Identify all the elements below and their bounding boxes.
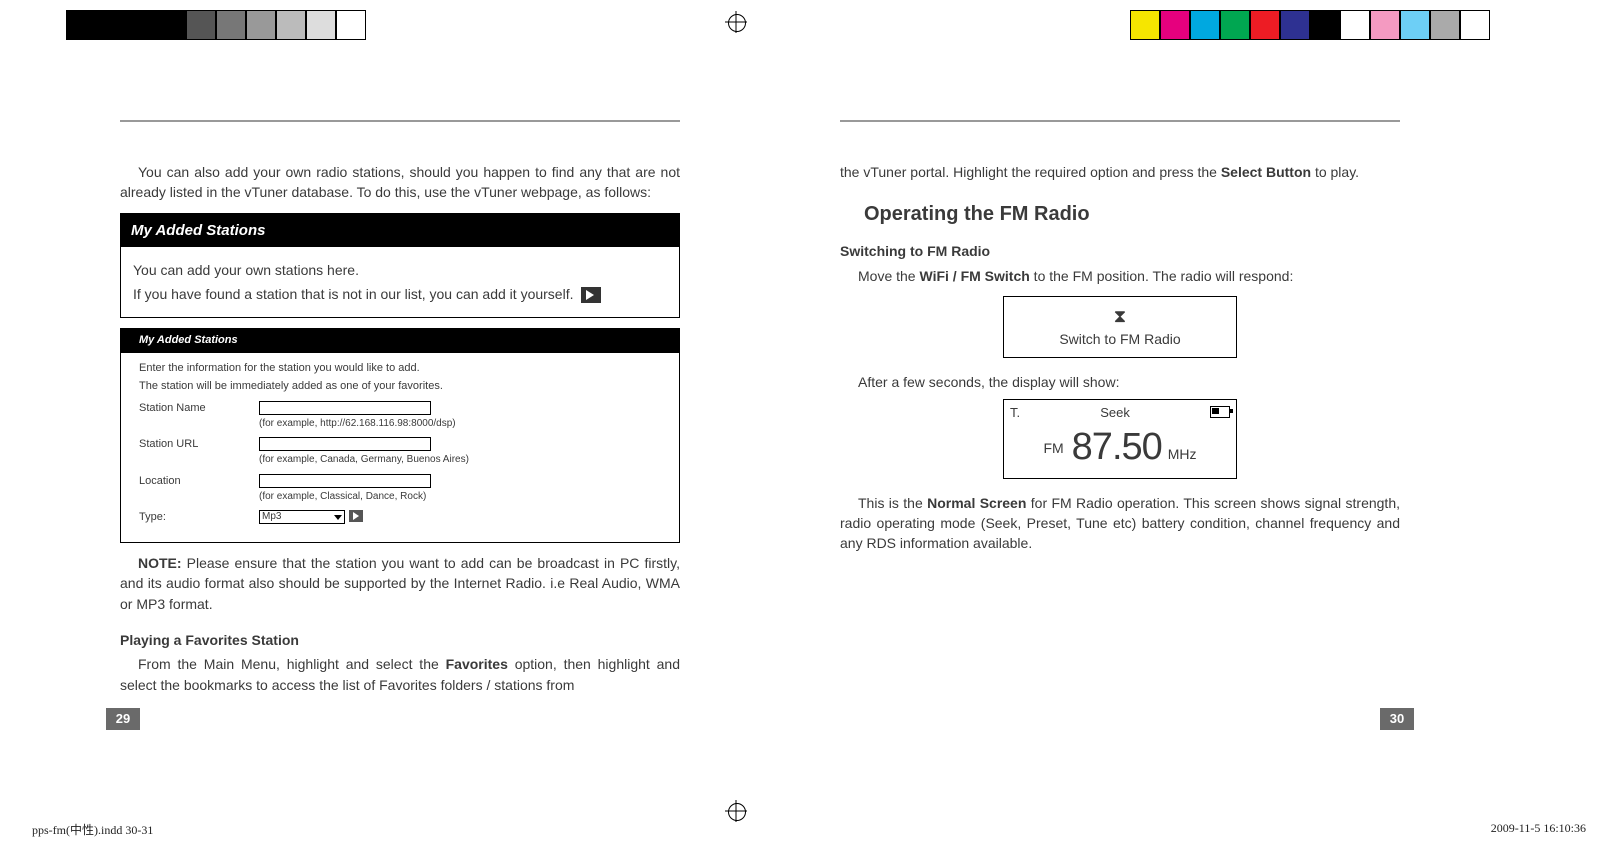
frequency-value: 87.50 <box>1072 420 1162 475</box>
battery-icon <box>1210 406 1230 418</box>
arrow-icon <box>581 287 601 303</box>
go-icon[interactable] <box>349 510 363 522</box>
frequency-unit: MHz <box>1168 444 1197 464</box>
label-location: Location <box>139 474 259 490</box>
subheading: Switching to FM Radio <box>840 241 1400 261</box>
dropdown-icon <box>334 515 342 520</box>
box-title: My Added Stations <box>121 214 679 248</box>
form-title: My Added Stations <box>121 329 679 353</box>
box-line: You can add your own stations here. <box>133 260 667 280</box>
input-station-url[interactable] <box>259 437 431 451</box>
label-station-url: Station URL <box>139 437 259 453</box>
paragraph: This is the Normal Screen for FM Radio o… <box>840 493 1400 554</box>
color-bar <box>1130 10 1490 40</box>
subheading: Playing a Favorites Station <box>120 630 680 650</box>
page-30: the vTuner portal. Highlight the require… <box>840 120 1400 720</box>
footer-timestamp: 2009-11-5 16:10:36 <box>1491 821 1586 838</box>
paragraph: the vTuner portal. Highlight the require… <box>840 162 1400 182</box>
page-29: You can also add your own radio stations… <box>120 120 680 720</box>
density-bar <box>66 10 366 40</box>
input-station-name[interactable] <box>259 401 431 415</box>
page-number: 29 <box>106 708 140 730</box>
registration-mark <box>725 11 747 33</box>
lcd-screen-fm: T. Seek FM 87.50 MHz <box>1003 399 1237 479</box>
footer-filename: pps-fm(中性).indd 30-31 <box>32 821 153 838</box>
paragraph: Move the WiFi / FM Switch to the FM posi… <box>840 266 1400 286</box>
print-footer: pps-fm(中性).indd 30-31 2009-11-5 16:10:36 <box>32 821 1586 838</box>
add-station-form: My Added Stations Enter the information … <box>120 328 680 543</box>
intro-paragraph: You can also add your own radio stations… <box>120 162 680 203</box>
my-added-stations-box: My Added Stations You can add your own s… <box>120 213 680 318</box>
label-type: Type: <box>139 510 259 526</box>
select-type[interactable]: Mp3 <box>259 510 345 524</box>
box-line: If you have found a station that is not … <box>133 284 667 304</box>
lcd-screen-switch: ⧗ Switch to FM Radio <box>1003 296 1237 358</box>
section-title: Operating the FM Radio <box>864 200 1400 229</box>
registration-mark <box>725 800 747 822</box>
page-number: 30 <box>1380 708 1414 730</box>
label-station-name: Station Name <box>139 401 259 417</box>
antenna-indicator: T. <box>1010 404 1020 423</box>
input-location[interactable] <box>259 474 431 488</box>
paragraph: From the Main Menu, highlight and select… <box>120 654 680 695</box>
band-label: FM <box>1043 438 1063 458</box>
paragraph: After a few seconds, the display will sh… <box>840 372 1400 392</box>
hourglass-icon: ⧗ <box>1010 303 1230 329</box>
note-paragraph: NOTE: Please ensure that the station you… <box>120 553 680 614</box>
